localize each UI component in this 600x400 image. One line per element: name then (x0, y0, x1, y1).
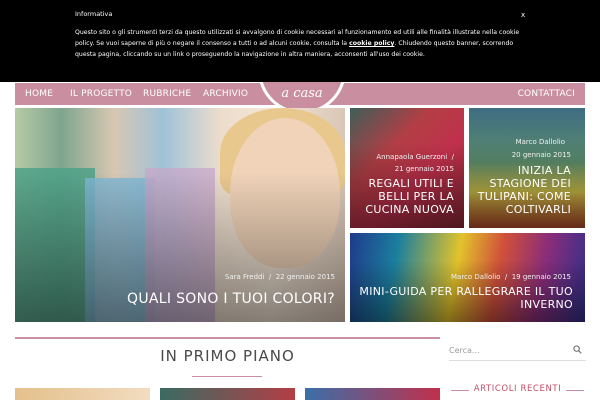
logo-text: a casa (281, 86, 323, 101)
post-thumbnail[interactable] (305, 388, 440, 400)
post-date: 22 gennaio 2015 (275, 273, 335, 281)
post-title-line: STAGIONE DEI (489, 177, 571, 190)
search-box (449, 339, 586, 361)
post-meta: Annapaola Guerzoni / (376, 153, 454, 161)
nav-item-il-progetto[interactable]: IL PROGETTO (70, 83, 132, 105)
featured-post-mini-guida[interactable]: Marco Dallolio / 19 gennaio 2015 MINI-GU… (350, 233, 585, 322)
featured-post-main[interactable]: Sara Freddi / 22 gennaio 2015 QUALI SONO… (15, 108, 345, 322)
featured-post-regali[interactable]: Annapaola Guerzoni / 21 gennaio 2015 REG… (350, 108, 464, 228)
post-title[interactable]: MINI-GUIDA PER RALLEGRARE IL TUO INVERNO (359, 285, 573, 311)
nav-item-contattaci[interactable]: CONTATTACI (518, 83, 575, 105)
post-author[interactable]: Sara Freddi (225, 273, 265, 281)
post-date: 20 gennaio 2015 (511, 151, 571, 159)
post-title-line: MINI-GUIDA PER RALLEGRARE IL TUO (359, 285, 573, 298)
nav-item-archivio[interactable]: ARCHIVIO (203, 83, 248, 105)
featured-post-tulipani[interactable]: Marco Dallolio 20 gennaio 2015 INIZIA LA… (469, 108, 585, 228)
cookie-policy-link[interactable]: cookie policy (349, 40, 394, 47)
section-divider (15, 337, 440, 339)
post-title[interactable]: QUALI SONO I TUOI COLORI? (127, 291, 335, 308)
widget-title-line (566, 390, 584, 391)
post-title-line: REGALI UTILI E (368, 177, 454, 190)
post-date: 21 gennaio 2015 (394, 165, 454, 173)
cookie-banner: Informativa x Questo sito o gli strument… (0, 0, 600, 82)
post-meta: Sara Freddi / 22 gennaio 2015 (224, 273, 335, 281)
page: HOME IL PROGETTO RUBRICHE ARCHIVIO CONTA… (0, 0, 600, 400)
search-icon[interactable] (573, 345, 582, 354)
post-meta: Marco Dallolio / 19 gennaio 2015 (450, 273, 571, 281)
post-thumbnail[interactable] (160, 388, 295, 400)
section-title: IN PRIMO PIANO (160, 347, 295, 365)
post-title-line: TULIPANI: COME (477, 190, 571, 203)
cookie-banner-text: Questo sito o gli strumenti terzi da que… (75, 27, 525, 60)
post-date: 19 gennaio 2015 (511, 273, 571, 281)
search-input[interactable] (449, 342, 564, 358)
post-thumbnail[interactable] (15, 388, 150, 400)
nav-item-home[interactable]: HOME (25, 83, 53, 105)
post-author[interactable]: Marco Dallolio (451, 273, 500, 281)
post-title-line: COLTIVARLI (505, 203, 571, 216)
post-author[interactable]: Marco Dallolio (516, 138, 565, 146)
nav-item-rubriche[interactable]: RUBRICHE (143, 83, 191, 105)
widget-title-articoli-recenti: ARTICOLI RECENTI (473, 384, 562, 394)
cookie-banner-title: Informativa (75, 10, 113, 18)
post-title-line: INIZIA LA (517, 164, 571, 177)
post-title-line: CUCINA NUOVA (365, 203, 454, 216)
post-title-line: INVERNO (520, 298, 573, 311)
section-underline (192, 376, 262, 377)
post-title[interactable]: INIZIA LA STAGIONE DEI TULIPANI: COME CO… (478, 164, 571, 216)
post-title-line: BELLI PER LA (378, 190, 454, 203)
post-author[interactable]: Annapaola Guerzoni (376, 153, 447, 161)
close-icon[interactable]: x (521, 11, 525, 19)
post-title[interactable]: REGALI UTILI E BELLI PER LA CUCINA NUOVA (365, 177, 454, 216)
